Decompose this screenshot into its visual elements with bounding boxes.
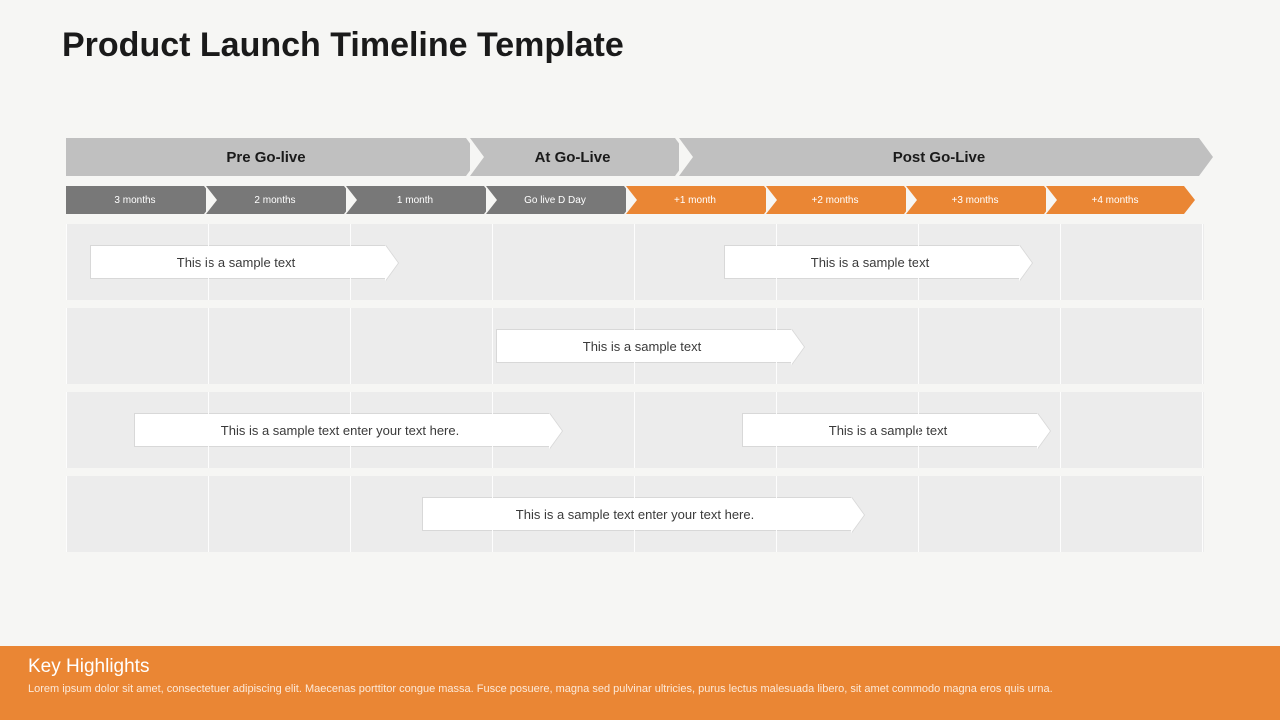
task-label: This is a sample text	[177, 255, 296, 270]
timeline-grid: This is a sample text This is a sample t…	[66, 224, 1204, 560]
month-label: +2 months	[812, 195, 859, 206]
timeline-lane: This is a sample text enter your text he…	[66, 392, 1204, 468]
task-bar: This is a sample text	[724, 245, 1020, 279]
month-chevron: 1 month	[346, 186, 484, 214]
month-chevron: 2 months	[206, 186, 344, 214]
task-bar: This is a sample text	[90, 245, 386, 279]
month-chevron: 3 months	[66, 186, 204, 214]
footer-text: Lorem ipsum dolor sit amet, consectetuer…	[28, 682, 1208, 698]
month-chevron: Go live D Day	[486, 186, 624, 214]
month-chevron: +1 month	[626, 186, 764, 214]
task-label: This is a sample text	[829, 423, 948, 438]
month-row: 3 months 2 months 1 month Go live D Day …	[66, 186, 1186, 214]
task-label: This is a sample text enter your text he…	[221, 423, 459, 438]
task-bar: This is a sample text	[742, 413, 1038, 447]
phase-label: At Go-Live	[535, 149, 611, 166]
month-chevron: +4 months	[1046, 186, 1184, 214]
month-label: 2 months	[254, 195, 295, 206]
task-bar: This is a sample text enter your text he…	[422, 497, 852, 531]
phase-label: Pre Go-live	[226, 149, 305, 166]
footer-title: Key Highlights	[28, 656, 1252, 678]
month-label: 1 month	[397, 195, 433, 206]
phase-pre-go-live: Pre Go-live	[66, 138, 466, 176]
phase-row: Pre Go-live At Go-Live Post Go-Live	[66, 138, 1203, 176]
page-title: Product Launch Timeline Template	[62, 26, 624, 65]
footer-banner: Key Highlights Lorem ipsum dolor sit ame…	[0, 646, 1280, 720]
phase-label: Post Go-Live	[893, 149, 986, 166]
task-bar: This is a sample text enter your text he…	[134, 413, 550, 447]
timeline-lane: This is a sample text	[66, 308, 1204, 384]
task-bar: This is a sample text	[496, 329, 792, 363]
month-label: +1 month	[674, 195, 716, 206]
task-label: This is a sample text	[583, 339, 702, 354]
month-chevron: +3 months	[906, 186, 1044, 214]
month-label: 3 months	[114, 195, 155, 206]
timeline-lane: This is a sample text This is a sample t…	[66, 224, 1204, 300]
task-label: This is a sample text	[811, 255, 930, 270]
month-label: +3 months	[952, 195, 999, 206]
task-label: This is a sample text enter your text he…	[516, 507, 754, 522]
timeline-lane: This is a sample text enter your text he…	[66, 476, 1204, 552]
month-chevron: +2 months	[766, 186, 904, 214]
month-label: Go live D Day	[524, 195, 586, 206]
month-label: +4 months	[1092, 195, 1139, 206]
phase-post-go-live: Post Go-Live	[679, 138, 1199, 176]
phase-at-go-live: At Go-Live	[470, 138, 675, 176]
